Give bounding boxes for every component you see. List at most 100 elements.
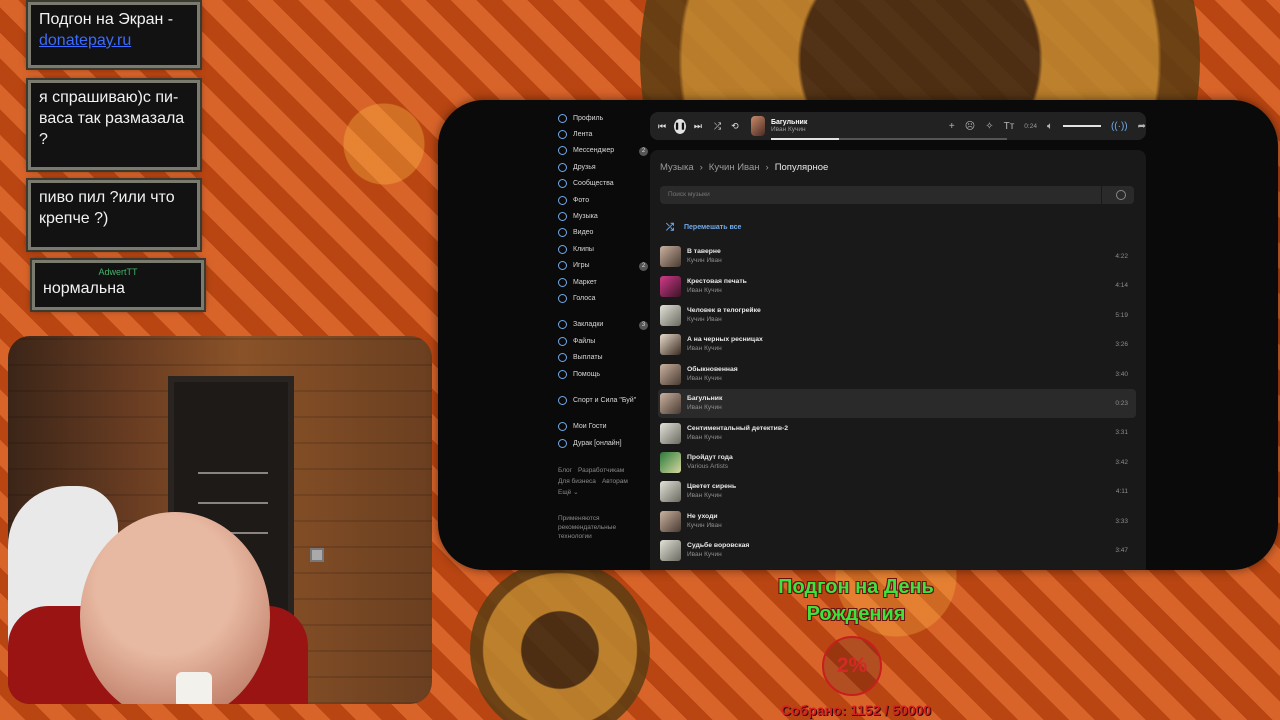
sidebar-item[interactable]: Мессенджер 2 bbox=[558, 143, 648, 159]
search-input[interactable]: Поиск музыки bbox=[660, 186, 1134, 204]
share-icon[interactable]: ➦ bbox=[1138, 121, 1146, 132]
shuffle-icon[interactable]: ⤮ bbox=[714, 121, 721, 132]
repeat-icon[interactable]: ⟲ bbox=[731, 121, 739, 132]
footer-link-devs[interactable]: Разработчикам bbox=[578, 467, 624, 474]
track-artist[interactable]: Кучин Иван bbox=[687, 256, 1136, 266]
track-artist[interactable]: Кучин Иван bbox=[687, 315, 1136, 325]
track-row[interactable]: Не уходи Кучин Иван 3:33 bbox=[658, 507, 1136, 536]
sidebar-item-label: Закладки bbox=[573, 321, 604, 329]
chat-link[interactable]: donatepay.ru bbox=[39, 32, 131, 49]
sidebar-item[interactable]: Мои Гости bbox=[558, 419, 648, 435]
sidebar-item-label: Профиль bbox=[573, 114, 604, 122]
sidebar-item[interactable]: Сообщества bbox=[558, 176, 648, 192]
sidebar-item[interactable]: Помощь bbox=[558, 366, 648, 382]
breadcrumb-music[interactable]: Музыка bbox=[660, 162, 694, 173]
sidebar-item[interactable]: Профиль bbox=[558, 110, 648, 126]
goal-progress-ring: 2% bbox=[822, 636, 882, 696]
track-artist[interactable]: Кучин Иван bbox=[687, 521, 1136, 531]
volume-slider[interactable] bbox=[1062, 125, 1101, 127]
sidebar-item[interactable]: Видео bbox=[558, 225, 648, 241]
now-playing-info[interactable]: Багульник Иван Кучин bbox=[770, 119, 1007, 140]
track-cover[interactable] bbox=[660, 275, 681, 297]
footer-link-business[interactable]: Для бизнеса bbox=[558, 478, 596, 485]
shuffle-all-button[interactable]: ⤮ Перемешать все bbox=[666, 222, 741, 233]
track-row[interactable]: Судьбе воровская Иван Кучин 3:47 bbox=[658, 536, 1136, 565]
add-icon[interactable]: + bbox=[949, 121, 955, 132]
track-artist[interactable]: Иван Кучин bbox=[687, 374, 1136, 384]
broadcast-icon[interactable]: ((·)) bbox=[1111, 121, 1128, 132]
track-artist[interactable]: Иван Кучин bbox=[687, 550, 1136, 560]
track-cover[interactable] bbox=[660, 334, 681, 356]
payments-icon bbox=[558, 353, 567, 363]
track-cover[interactable] bbox=[660, 540, 681, 562]
news-icon bbox=[558, 130, 567, 140]
sidebar-item[interactable]: Друзья bbox=[558, 159, 648, 175]
sidebar-item[interactable]: Выплаты bbox=[558, 349, 648, 365]
track-text: Не уходи Кучин Иван bbox=[687, 512, 1136, 531]
footer-link-authors[interactable]: Авторам bbox=[602, 478, 628, 485]
footer-link-more[interactable]: Ещё ⌄ bbox=[558, 489, 579, 496]
track-row[interactable]: Крестовая печать Иван Кучин 4:14 bbox=[658, 271, 1136, 300]
sidebar-item[interactable]: Лента bbox=[558, 126, 648, 142]
sidebar-item[interactable]: Клипы bbox=[558, 241, 648, 257]
recommend-icon[interactable]: ✧ bbox=[985, 121, 993, 132]
sidebar-item[interactable]: Закладки 3 bbox=[558, 317, 648, 333]
sidebar-item[interactable]: Голоса bbox=[558, 290, 648, 306]
track-row[interactable]: Цветет сирень Иван Кучин 4:11 bbox=[658, 477, 1136, 506]
sidebar-item[interactable]: Игры 2 bbox=[558, 258, 648, 274]
sidebar-item[interactable]: Маркет bbox=[558, 274, 648, 290]
breadcrumb-artist[interactable]: Кучин Иван bbox=[709, 162, 760, 173]
track-text: А на черных ресницах Иван Кучин bbox=[687, 335, 1136, 354]
bookmarks-icon bbox=[558, 320, 567, 330]
sidebar-item[interactable]: Спорт и Сила "Буй" bbox=[558, 392, 648, 408]
track-text: Пройдут года Various Artists bbox=[687, 453, 1136, 472]
track-title: Судьбе воровская bbox=[687, 542, 750, 550]
track-row[interactable]: Багульник Иван Кучин 0:23 bbox=[658, 388, 1136, 419]
dislike-icon[interactable]: ☹ bbox=[965, 121, 975, 132]
track-row[interactable]: В таверне Кучин Иван 4:22 bbox=[658, 242, 1136, 271]
track-cover[interactable] bbox=[660, 422, 681, 444]
sidebar-item[interactable]: Музыка bbox=[558, 208, 648, 224]
sidebar-item[interactable]: Файлы bbox=[558, 333, 648, 349]
track-duration: 4:14 bbox=[1115, 282, 1128, 290]
pause-button[interactable]: ❚❚ bbox=[674, 118, 686, 134]
now-playing-cover[interactable] bbox=[750, 116, 765, 136]
track-row[interactable]: А на черных ресницах Иван Кучин 3:26 bbox=[658, 330, 1136, 359]
sidebar-item-label: Помощь bbox=[573, 370, 601, 378]
track-cover[interactable] bbox=[660, 510, 681, 532]
track-cover[interactable] bbox=[660, 363, 681, 385]
previous-icon[interactable]: ⏮ bbox=[658, 121, 666, 132]
volume-icon[interactable]: 🔈︎ bbox=[1047, 121, 1053, 132]
track-cover[interactable] bbox=[660, 246, 681, 268]
track-artist[interactable]: Иван Кучин bbox=[687, 491, 1136, 501]
track-artist[interactable]: Various Artists bbox=[687, 462, 1136, 472]
track-cover[interactable] bbox=[660, 304, 681, 326]
chat-message: я спрашиваю)с пи-васа так размазала ? bbox=[28, 80, 200, 170]
track-cover[interactable] bbox=[660, 451, 681, 473]
track-artist[interactable]: Иван Кучин bbox=[687, 403, 1136, 413]
cup bbox=[176, 672, 212, 704]
sidebar-item[interactable]: Дурак [онлайн] bbox=[558, 435, 648, 451]
door-stripe bbox=[198, 502, 268, 504]
audio-player: ⏮ ❚❚ ⏭ ⤮ ⟲ Багульник Иван Кучин + ☹ ✧ Tт… bbox=[650, 112, 1146, 140]
next-icon[interactable]: ⏭ bbox=[694, 121, 702, 132]
footer-link-blog[interactable]: Блог bbox=[558, 467, 572, 474]
track-row[interactable]: Обыкновенная Иван Кучин 3:40 bbox=[658, 360, 1136, 389]
lyrics-icon[interactable]: Tт bbox=[1004, 121, 1015, 132]
track-row[interactable]: Пройдут года Various Artists 3:42 bbox=[658, 448, 1136, 477]
light-switch bbox=[310, 548, 324, 562]
track-row[interactable]: Сентиментальный детектив-2 Иван Кучин 3:31 bbox=[658, 418, 1136, 447]
track-artist[interactable]: Иван Кучин bbox=[687, 286, 1136, 296]
sidebar-item-label: Голоса bbox=[573, 294, 596, 302]
sidebar-item[interactable]: Фото bbox=[558, 192, 648, 208]
track-artist[interactable]: Иван Кучин bbox=[687, 433, 1136, 443]
track-artist[interactable]: Иван Кучин bbox=[687, 344, 1136, 354]
sidebar-item-label: Музыка bbox=[573, 213, 598, 221]
chat-message: Подгон на Экран - donatepay.ru bbox=[28, 2, 200, 68]
progress-bar[interactable] bbox=[770, 138, 1007, 140]
track-cover[interactable] bbox=[660, 481, 681, 503]
track-cover[interactable] bbox=[660, 393, 681, 415]
recommendation-note[interactable]: Применяются рекомендательные технологии bbox=[558, 514, 628, 541]
track-row[interactable]: Человек в телогрейке Кучин Иван 5:19 bbox=[658, 301, 1136, 330]
sidebar-item-label: Файлы bbox=[573, 337, 596, 345]
